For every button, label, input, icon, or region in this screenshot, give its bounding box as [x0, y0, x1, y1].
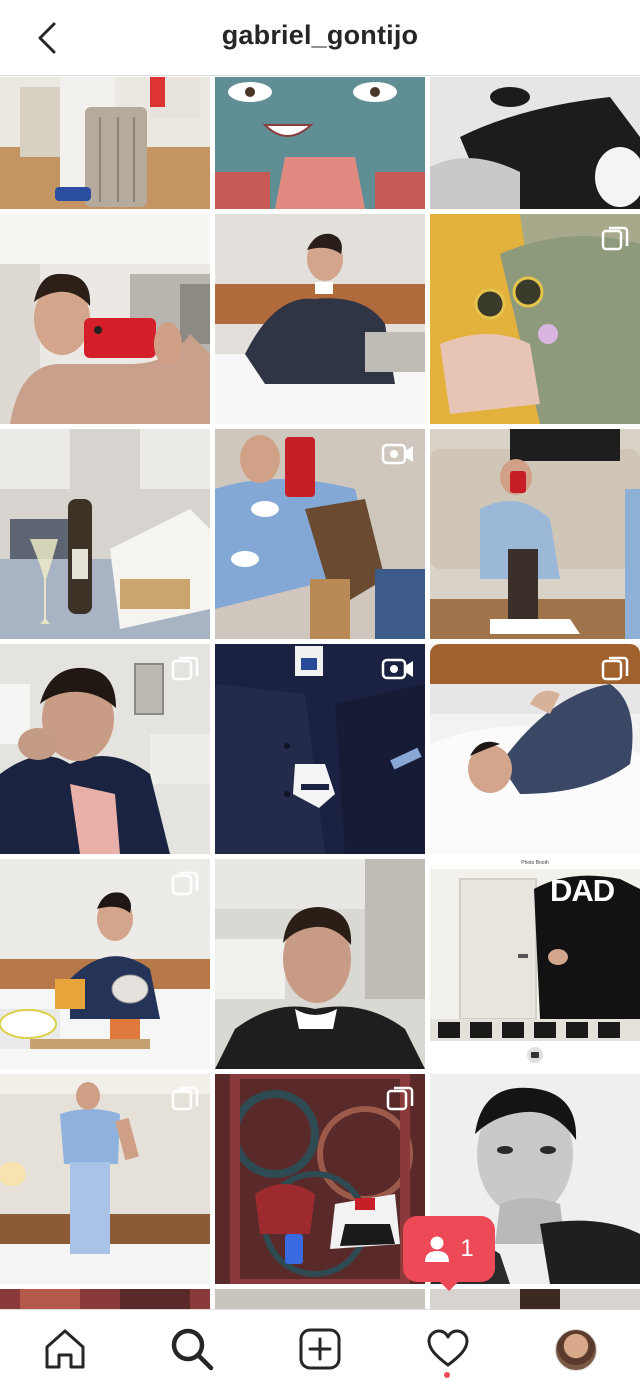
- activity-notification-bubble[interactable]: 1: [403, 1216, 495, 1282]
- post-image: [430, 429, 640, 639]
- post-image: [215, 859, 425, 1069]
- dad-shirt-text: DAD: [550, 873, 615, 908]
- nav-new-post[interactable]: [297, 1326, 343, 1372]
- home-icon: [45, 1329, 85, 1369]
- post-image: [0, 429, 210, 639]
- post-tile[interactable]: [0, 214, 210, 424]
- follower-count: 1: [460, 1235, 474, 1262]
- post-image: [430, 1289, 640, 1309]
- profile-avatar[interactable]: [555, 1329, 597, 1371]
- post-tile[interactable]: [215, 1074, 425, 1284]
- carousel-icon: [171, 656, 199, 681]
- top-bar: gabriel_gontijo: [0, 0, 640, 76]
- post-tile[interactable]: [0, 429, 210, 639]
- search-icon: [171, 1328, 214, 1371]
- video-icon: [381, 443, 413, 465]
- post-image: [215, 214, 425, 424]
- carousel-icon: [386, 1086, 414, 1111]
- carousel-icon: [171, 871, 199, 896]
- post-tile[interactable]: [0, 644, 210, 854]
- bottom-navigation: [0, 1309, 640, 1386]
- post-tile[interactable]: [215, 77, 425, 209]
- post-tile[interactable]: Photo Booth DAD: [430, 859, 640, 1069]
- post-image: [0, 77, 210, 209]
- post-tile[interactable]: [215, 1289, 425, 1309]
- post-tile[interactable]: [0, 1074, 210, 1284]
- page-title: gabriel_gontijo: [221, 20, 419, 50]
- heart-icon: [427, 1329, 469, 1367]
- post-tile[interactable]: [430, 214, 640, 424]
- carousel-icon: [171, 1086, 199, 1111]
- post-image: [215, 1289, 425, 1309]
- post-image: [430, 77, 640, 209]
- post-tile[interactable]: [215, 644, 425, 854]
- post-tile[interactable]: [430, 1289, 640, 1309]
- post-tile[interactable]: [215, 429, 425, 639]
- post-tile[interactable]: [215, 214, 425, 424]
- post-tile[interactable]: [0, 859, 210, 1069]
- post-image: [215, 77, 425, 209]
- post-grid: Photo Booth DAD: [0, 77, 640, 1309]
- post-tile[interactable]: [215, 859, 425, 1069]
- carousel-icon: [601, 656, 629, 681]
- nav-activity[interactable]: [425, 1326, 471, 1372]
- post-tile[interactable]: [430, 644, 640, 854]
- bubble-pointer: [436, 1278, 462, 1291]
- activity-dot: [444, 1372, 450, 1378]
- post-image: [0, 1289, 210, 1309]
- video-icon: [381, 658, 413, 680]
- post-tile[interactable]: [0, 77, 210, 209]
- post-tile[interactable]: [430, 77, 640, 209]
- carousel-icon: [601, 226, 629, 251]
- post-image: [0, 214, 210, 424]
- plus-square-icon: [299, 1328, 341, 1370]
- post-tile[interactable]: [0, 1289, 210, 1309]
- person-icon: [425, 1236, 450, 1262]
- nav-search[interactable]: [169, 1326, 215, 1372]
- post-tile[interactable]: [430, 429, 640, 639]
- photo-booth-caption: Photo Booth: [521, 860, 549, 866]
- nav-home[interactable]: [42, 1326, 88, 1372]
